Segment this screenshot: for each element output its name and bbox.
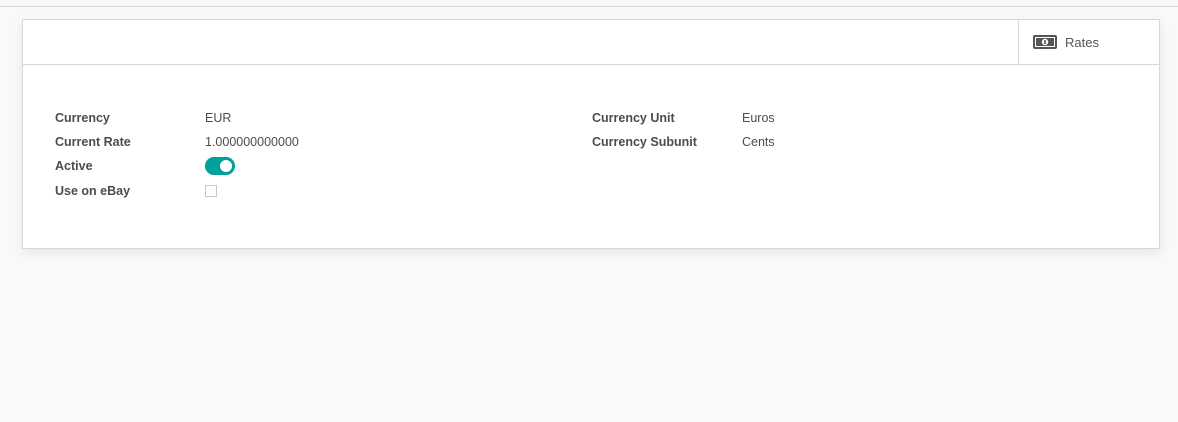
active-label: Active bbox=[55, 159, 93, 173]
button-box: Rates bbox=[23, 20, 1159, 65]
currency-subunit-label: Currency Subunit bbox=[592, 135, 697, 149]
active-toggle[interactable] bbox=[205, 157, 235, 175]
rates-button[interactable]: Rates bbox=[1018, 20, 1159, 64]
currency-unit-value[interactable]: Euros bbox=[742, 111, 775, 125]
top-divider bbox=[0, 6, 1178, 7]
toggle-knob bbox=[220, 160, 232, 172]
form-sheet: Rates Currency EUR Current Rate 1.000000… bbox=[22, 19, 1160, 249]
currency-subunit-value[interactable]: Cents bbox=[742, 135, 775, 149]
currency-label: Currency bbox=[55, 111, 110, 125]
rates-button-label: Rates bbox=[1065, 34, 1099, 50]
use-on-ebay-checkbox[interactable] bbox=[205, 185, 217, 197]
use-on-ebay-label: Use on eBay bbox=[55, 184, 131, 198]
currency-unit-label: Currency Unit bbox=[592, 111, 675, 125]
current-rate-value[interactable]: 1.000000000000 bbox=[205, 135, 299, 149]
currency-value[interactable]: EUR bbox=[205, 111, 231, 125]
current-rate-label: Current Rate bbox=[55, 135, 131, 149]
money-icon bbox=[1033, 34, 1057, 50]
